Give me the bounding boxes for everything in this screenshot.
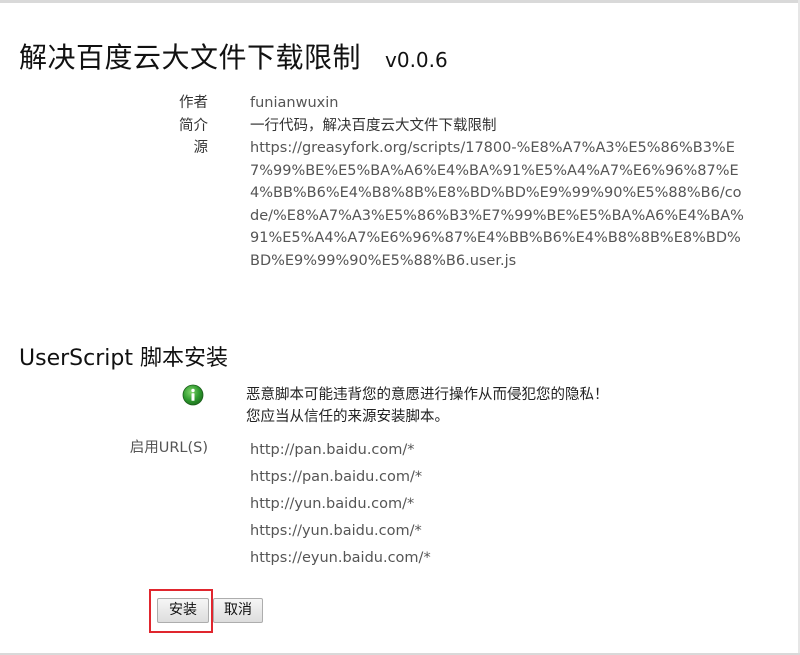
url-item: http://yun.baidu.com/* (250, 496, 415, 512)
action-buttons: 安装 取消 (157, 598, 263, 623)
info-icon (182, 384, 204, 406)
source-label: 源 (193, 140, 209, 156)
script-meta: 作者 funianwuxin 简介 一行代码，解决百度云大文件下载限制 源 ht… (0, 92, 800, 272)
page-title: 解决百度云大文件下载限制 (19, 41, 362, 74)
warning-line-2: 您应当从信任的来源安装脚本。 (246, 409, 449, 425)
source-url: https://greasyfork.org/scripts/17800-%E8… (250, 140, 744, 269)
url-item: https://pan.baidu.com/* (250, 469, 423, 485)
warning-icon-cell (0, 384, 208, 406)
description-row: 简介 一行代码，解决百度云大文件下载限制 (0, 115, 800, 138)
title-row: 解决百度云大文件下载限制 v0.0.6 (19, 36, 448, 76)
enabled-urls-label: 启用URL(S) (129, 440, 208, 456)
install-button[interactable]: 安装 (157, 598, 209, 623)
author-row: 作者 funianwuxin (0, 92, 800, 115)
url-item: https://yun.baidu.com/* (250, 523, 422, 539)
enabled-url-list: http://pan.baidu.com/* https://pan.baidu… (250, 437, 431, 572)
warning-line-1: 恶意脚本可能违背您的意愿进行操作从而侵犯您的隐私！ (246, 387, 609, 403)
install-page: 解决百度云大文件下载限制 v0.0.6 作者 funianwuxin 简介 一行… (0, 0, 800, 655)
warning-row: 恶意脚本可能违背您的意愿进行操作从而侵犯您的隐私！ 您应当从信任的来源安装脚本。 (0, 384, 800, 428)
install-section-title: UserScript 脚本安装 (19, 346, 228, 371)
top-border (0, 0, 800, 3)
warning-text: 恶意脚本可能违背您的意愿进行操作从而侵犯您的隐私！ 您应当从信任的来源安装脚本。 (246, 384, 609, 428)
cancel-button[interactable]: 取消 (213, 598, 263, 623)
description-value: 一行代码，解决百度云大文件下载限制 (250, 117, 497, 134)
author-value: funianwuxin (250, 95, 339, 111)
author-label: 作者 (179, 95, 208, 111)
source-row: 源 https://greasyfork.org/scripts/17800-%… (0, 137, 800, 272)
description-label: 简介 (179, 117, 208, 134)
url-item: http://pan.baidu.com/* (250, 442, 415, 458)
enabled-urls-row: 启用URL(S) http://pan.baidu.com/* https://… (0, 437, 800, 572)
url-item: https://eyun.baidu.com/* (250, 550, 431, 566)
script-version: v0.0.6 (385, 48, 448, 72)
